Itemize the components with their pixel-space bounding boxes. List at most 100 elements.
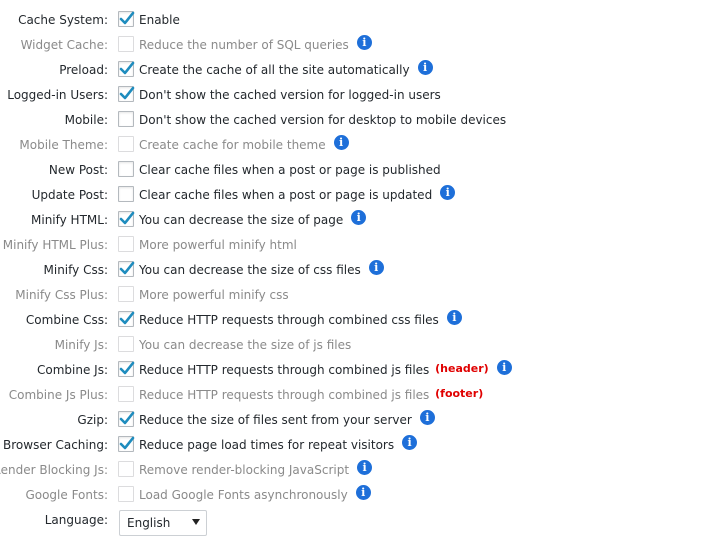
setting-description: You can decrease the size of js files [139, 338, 351, 352]
setting-description: Don't show the cached version for logged… [139, 88, 441, 102]
setting-checkbox [118, 461, 134, 477]
info-icon[interactable]: i [351, 210, 367, 225]
checkmark-icon [119, 61, 135, 75]
setting-description: You can decrease the size of page i [139, 210, 367, 228]
setting-label: Minify HTML Plus: [2, 238, 108, 252]
checkmark-icon [119, 436, 135, 450]
setting-row-minify-js: Minify Js: You can decrease the size of j… [0, 335, 708, 360]
info-icon[interactable]: i [446, 310, 462, 325]
setting-row-minify-html: Minify HTML: You can decrease the size of… [0, 210, 708, 235]
setting-label: Mobile: [64, 113, 108, 127]
setting-checkbox[interactable] [118, 311, 135, 327]
setting-checkbox[interactable] [118, 86, 135, 102]
setting-checkbox [118, 286, 134, 302]
info-icon[interactable]: i [419, 410, 435, 425]
setting-label: Google Fonts: [25, 488, 108, 502]
setting-description-text: Load Google Fonts asynchronously [139, 488, 348, 502]
setting-description-text: Reduce HTTP requests through combined js… [139, 388, 430, 402]
info-icon[interactable]: i [402, 435, 418, 450]
checkmark-icon [119, 411, 135, 425]
setting-description-text: Reduce HTTP requests through combined cs… [139, 313, 439, 327]
setting-row-cache-system: Cache System: Enable [0, 10, 708, 35]
setting-checkbox [118, 336, 134, 352]
setting-description: Clear cache files when a post or page is… [139, 163, 441, 177]
position-tag: (header) [431, 362, 489, 375]
setting-description: Create cache for mobile theme i [139, 135, 349, 153]
setting-label: Combine Css: [25, 313, 108, 327]
setting-checkbox[interactable] [118, 261, 135, 277]
setting-row-render-blocking-js: Render Blocking Js: Remove render-blockin… [0, 460, 708, 485]
info-icon[interactable]: i [355, 485, 371, 500]
setting-description: Clear cache files when a post or page is… [139, 185, 456, 203]
setting-label: Update Post: [31, 188, 108, 202]
setting-label: Render Blocking Js: [0, 463, 108, 477]
setting-row-language: Language: English [0, 510, 708, 536]
checkmark-icon [119, 361, 135, 375]
setting-description-text: You can decrease the size of page [139, 213, 344, 227]
setting-label: Gzip: [77, 413, 108, 427]
setting-description-text: Create cache for mobile theme [139, 138, 326, 152]
setting-label: Mobile Theme: [19, 138, 108, 152]
setting-row-update-post: Update Post: Clear cache files when a pos… [0, 185, 708, 210]
setting-row-preload: Preload: Create the cache of all the site… [0, 60, 708, 85]
settings-form: Cache System: Enable Widget Cache: Reduce t… [0, 0, 708, 550]
info-icon[interactable]: i [356, 35, 372, 50]
setting-row-logged-in-users: Logged-in Users: Don't show the cached ve… [0, 85, 708, 110]
setting-row-new-post: New Post: Clear cache files when a post o… [0, 160, 708, 185]
setting-checkbox [118, 386, 134, 402]
setting-label: Cache System: [18, 13, 108, 27]
setting-description: Reduce page load times for repeat visito… [139, 435, 418, 453]
setting-description-text: Don't show the cached version for logged… [139, 88, 441, 102]
setting-row-minify-css-plus: Minify Css Plus: More powerful minify css [0, 285, 708, 310]
dropdown-arrow-icon [192, 519, 200, 525]
info-icon[interactable]: i [333, 135, 349, 150]
setting-row-minify-html-plus: Minify HTML Plus: More powerful minify ht… [0, 235, 708, 260]
setting-description: Reduce the size of files sent from your … [139, 410, 435, 428]
setting-checkbox [118, 236, 134, 252]
setting-label: Minify HTML: [31, 213, 108, 227]
setting-description: Reduce the number of SQL queries i [139, 35, 372, 53]
setting-row-gzip: Gzip: Reduce the size of files sent from … [0, 410, 708, 435]
setting-description-text: Remove render-blocking JavaScript [139, 463, 350, 477]
setting-label: Minify Js: [54, 338, 108, 352]
setting-checkbox[interactable] [118, 61, 135, 77]
position-tag: (footer) [431, 387, 484, 400]
info-icon[interactable]: i [368, 260, 384, 275]
setting-label: Logged-in Users: [7, 88, 108, 102]
setting-description: Load Google Fonts asynchronously i [139, 485, 371, 503]
setting-label: Browser Caching: [3, 438, 108, 452]
setting-description: Create the cache of all the site automat… [139, 60, 433, 78]
setting-description: More powerful minify css [139, 288, 289, 302]
info-icon[interactable]: i [440, 185, 456, 200]
language-label: Language: [44, 513, 108, 527]
setting-checkbox[interactable] [118, 436, 135, 452]
setting-checkbox[interactable] [118, 111, 134, 127]
setting-description: Remove render-blocking JavaScript i [139, 460, 373, 478]
setting-checkbox[interactable] [118, 186, 134, 202]
setting-label: Preload: [59, 63, 108, 77]
setting-checkbox [118, 486, 134, 502]
setting-description-text: More powerful minify css [139, 288, 289, 302]
language-select[interactable]: English [119, 510, 207, 536]
setting-label: Widget Cache: [20, 38, 108, 52]
checkmark-icon [119, 261, 135, 275]
language-selected-value: English [127, 516, 171, 530]
setting-checkbox[interactable] [118, 361, 135, 377]
setting-row-google-fonts: Google Fonts: Load Google Fonts asynchron… [0, 485, 708, 510]
setting-description-text: Create the cache of all the site automat… [139, 63, 410, 77]
info-icon[interactable]: i [357, 460, 373, 475]
setting-description: Don't show the cached version for deskto… [139, 113, 506, 127]
info-icon[interactable]: i [496, 360, 512, 375]
setting-row-mobile: Mobile: Don't show the cached version for… [0, 110, 708, 135]
setting-description-text: You can decrease the size of css files [139, 263, 361, 277]
setting-checkbox[interactable] [118, 11, 135, 27]
setting-checkbox[interactable] [118, 161, 134, 177]
checkmark-icon [119, 211, 135, 225]
info-icon[interactable]: i [417, 60, 433, 75]
setting-checkbox[interactable] [118, 411, 135, 427]
setting-row-widget-cache: Widget Cache: Reduce the number of SQL qu… [0, 35, 708, 60]
setting-checkbox[interactable] [118, 211, 135, 227]
setting-row-combine-css: Combine Css: Reduce HTTP requests through… [0, 310, 708, 335]
setting-description: Reduce HTTP requests through combined js… [139, 360, 512, 378]
setting-label: Minify Css Plus: [15, 288, 108, 302]
